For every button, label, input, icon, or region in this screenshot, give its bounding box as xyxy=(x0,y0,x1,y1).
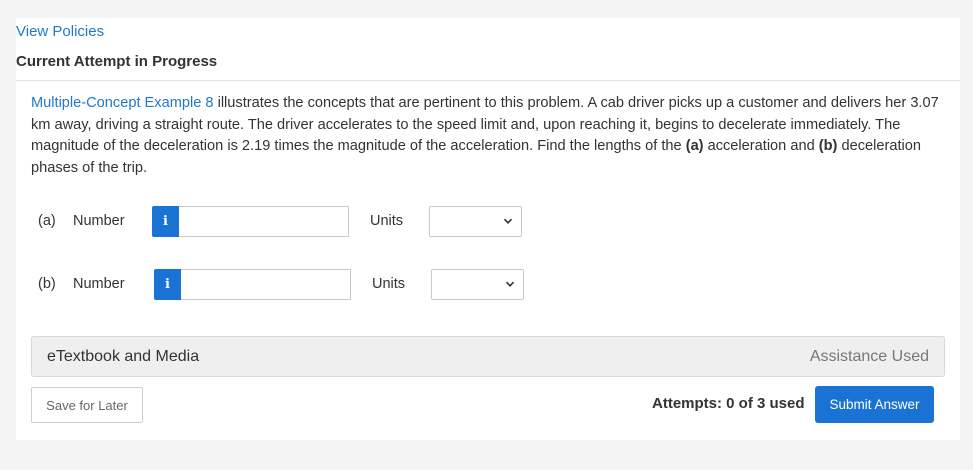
divider xyxy=(16,80,960,81)
answer-row-b: (b) Number i Units xyxy=(38,267,558,301)
etextbook-media-label[interactable]: eTextbook and Media xyxy=(47,348,199,366)
view-policies-link[interactable]: View Policies xyxy=(16,23,104,40)
number-label-b: Number xyxy=(73,276,125,292)
question-text: Multiple-Concept Example 8 illustrates t… xyxy=(31,93,941,179)
units-select-a[interactable] xyxy=(429,206,522,237)
assistance-used-label: Assistance Used xyxy=(809,348,929,365)
info-icon[interactable]: i xyxy=(154,269,181,300)
part-b-marker: (b) xyxy=(818,138,838,154)
units-select-b[interactable] xyxy=(431,269,524,300)
question-card: View Policies Current Attempt in Progres… xyxy=(16,18,960,440)
chevron-down-icon xyxy=(505,281,515,287)
part-label-b: (b) xyxy=(38,276,56,292)
units-label-b: Units xyxy=(372,276,406,292)
number-input-a[interactable] xyxy=(179,206,349,237)
save-for-later-button[interactable]: Save for Later xyxy=(31,387,143,423)
part-a-marker: (a) xyxy=(685,138,704,154)
units-label-a: Units xyxy=(370,213,404,229)
submit-answer-button[interactable]: Submit Answer xyxy=(815,386,934,423)
number-input-b[interactable] xyxy=(181,269,351,300)
attempts-counter: Attempts: 0 of 3 used xyxy=(652,395,805,412)
concept-example-link[interactable]: Multiple-Concept Example 8 xyxy=(31,95,214,111)
chevron-down-icon xyxy=(503,218,513,224)
question-text-part-2: acceleration and xyxy=(703,138,819,154)
info-icon[interactable]: i xyxy=(152,206,179,237)
etextbook-media-bar[interactable]: eTextbook and Media Assistance Used xyxy=(31,336,945,377)
answer-row-a: (a) Number i Units xyxy=(38,204,558,238)
attempt-status-heading: Current Attempt in Progress xyxy=(16,53,218,70)
part-label-a: (a) xyxy=(38,213,56,229)
number-label-a: Number xyxy=(73,213,125,229)
